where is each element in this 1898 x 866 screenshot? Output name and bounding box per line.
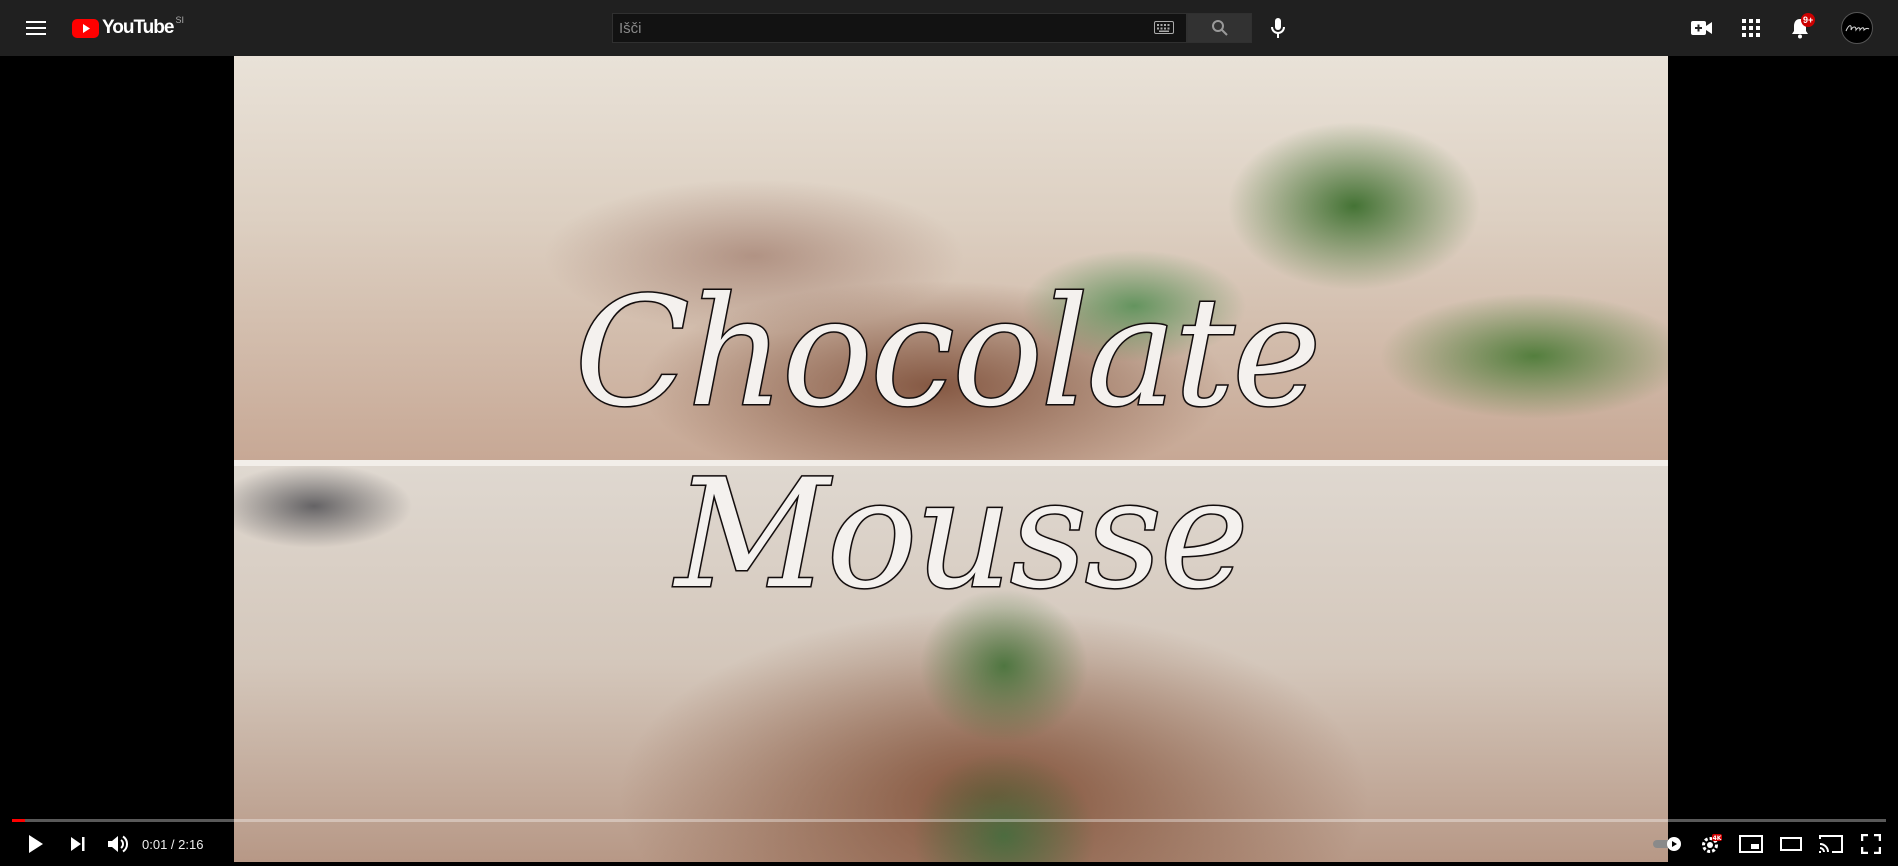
play-button[interactable] [18, 826, 54, 862]
apps-icon [1742, 19, 1760, 37]
search-input[interactable] [612, 13, 1187, 43]
video-title-line-1: Chocolate [573, 265, 1322, 442]
avatar-signature-icon [1845, 25, 1870, 32]
autoplay-toggle-icon [1653, 837, 1681, 851]
menu-icon [26, 21, 46, 35]
voice-search-button[interactable] [1262, 12, 1294, 44]
time-display: 0:01 / 2:16 [142, 837, 204, 852]
progress-bar[interactable] [12, 819, 1886, 822]
player-controls: 0:01 / 2:16 4K [0, 824, 1898, 864]
progress-played [12, 819, 25, 822]
menu-button[interactable] [20, 12, 52, 44]
masthead: YouTube SI Išči 9+ [0, 0, 1898, 56]
next-icon [71, 837, 85, 851]
miniplayer-icon [1739, 835, 1763, 853]
notification-count-badge: 9+ [1801, 13, 1816, 27]
avatar[interactable] [1841, 12, 1873, 44]
settings-quality-badge: 4K [1713, 835, 1722, 842]
apps-button[interactable] [1735, 12, 1767, 44]
create-video-icon [1691, 21, 1712, 35]
theater-mode-button[interactable] [1773, 826, 1809, 862]
youtube-logo[interactable]: YouTube SI [72, 15, 184, 40]
video-frame[interactable]: Chocolate Mousse [234, 56, 1668, 862]
cast-button[interactable] [1813, 826, 1849, 862]
play-icon [29, 835, 43, 853]
mute-button[interactable] [100, 826, 136, 862]
youtube-logo-icon [72, 18, 99, 38]
fullscreen-icon [1861, 834, 1881, 854]
fullscreen-button[interactable] [1853, 826, 1889, 862]
create-button[interactable] [1686, 12, 1718, 44]
cast-icon [1819, 835, 1843, 853]
video-player[interactable]: Chocolate Mousse 0:01 / 2:16 4K [0, 56, 1898, 866]
search-icon [1211, 20, 1228, 36]
volume-icon [108, 835, 129, 853]
mic-icon [1271, 18, 1285, 38]
logo-text: YouTube [102, 17, 174, 38]
video-title-line-2: Mousse [674, 447, 1250, 624]
search-button[interactable] [1187, 13, 1252, 43]
theater-icon [1780, 837, 1802, 851]
keyboard-icon[interactable] [1154, 21, 1174, 39]
next-button[interactable] [60, 826, 96, 862]
autoplay-toggle[interactable] [1650, 826, 1686, 862]
search-bar [612, 13, 1252, 43]
miniplayer-button[interactable] [1733, 826, 1769, 862]
logo-region-code: SI [175, 15, 184, 25]
settings-button[interactable]: 4K [1693, 826, 1729, 862]
settings-icon: 4K [1702, 834, 1722, 853]
